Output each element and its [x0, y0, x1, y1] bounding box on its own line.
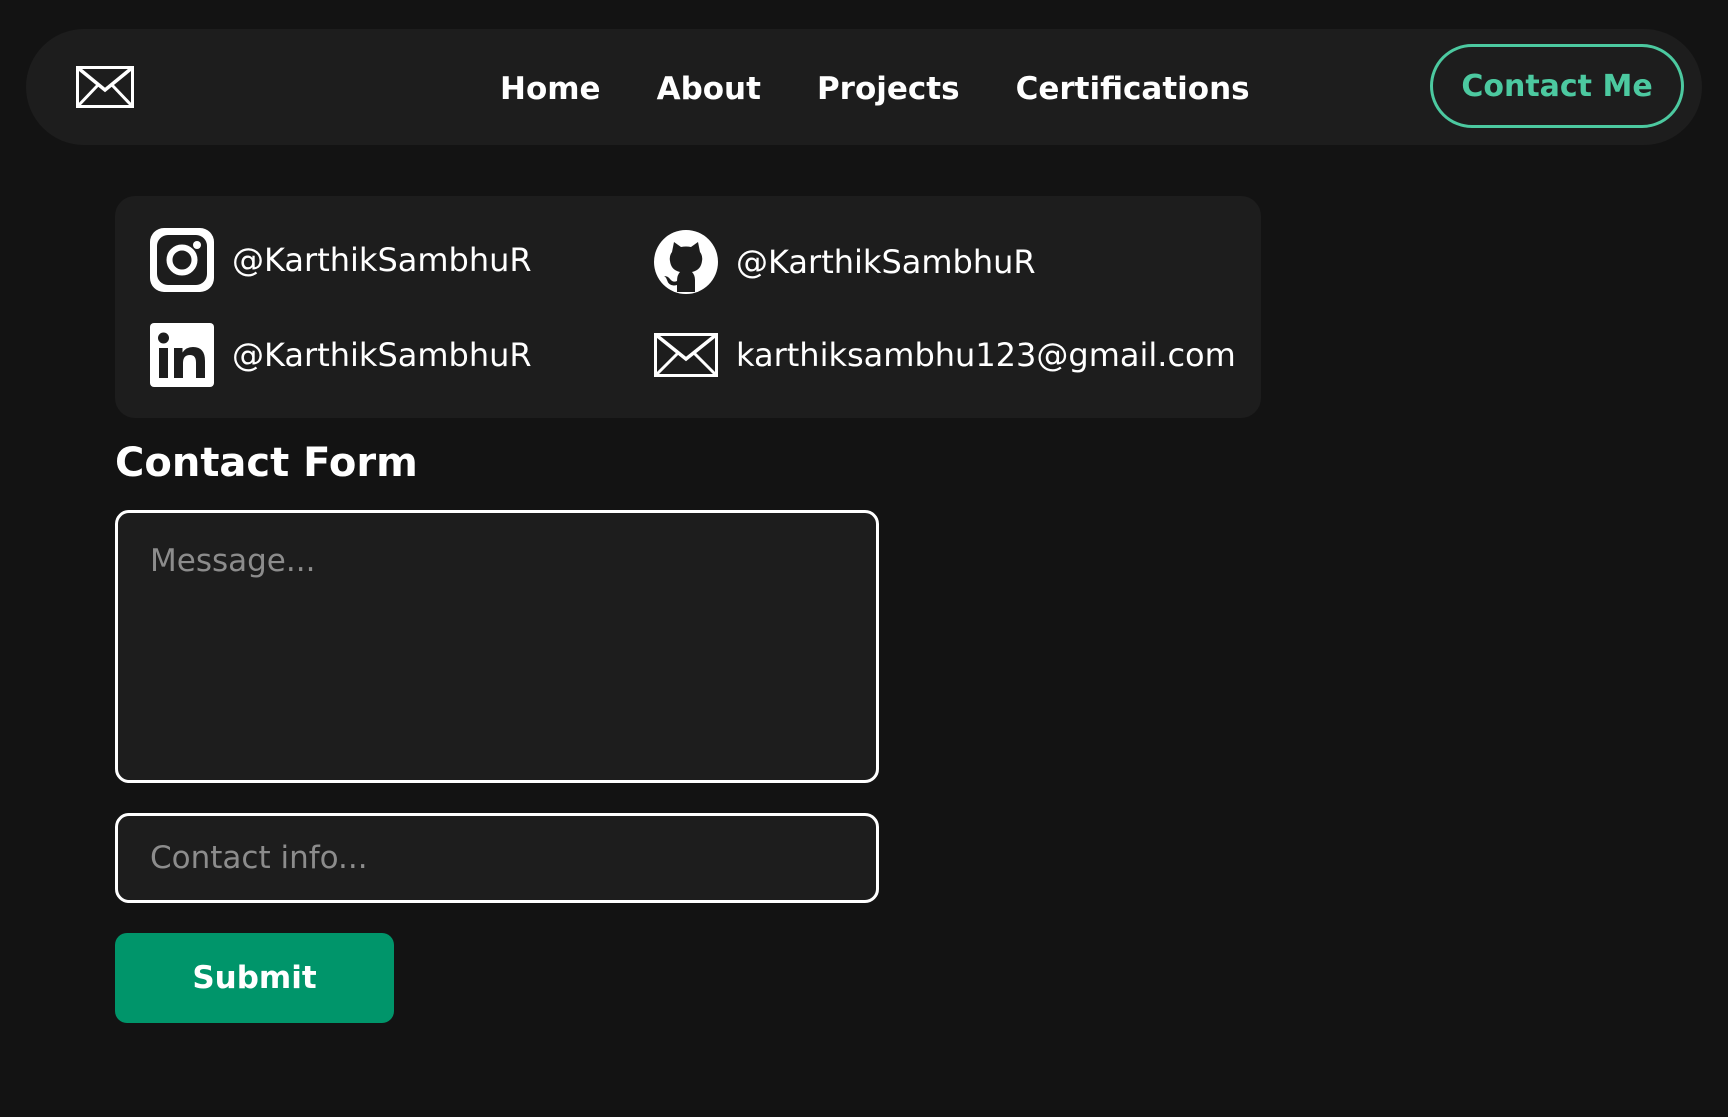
nav-home-link[interactable]: Home	[500, 71, 601, 107]
instagram-link[interactable]: @KarthikSambhuR	[150, 228, 532, 292]
social-links-card: @KarthikSambhuR @KarthikSambhuR @Karthik…	[115, 196, 1261, 418]
envelope-logo-icon[interactable]	[76, 66, 134, 108]
linkedin-icon	[150, 323, 214, 387]
email-link[interactable]: karthiksambhu123@gmail.com	[654, 323, 1236, 387]
github-icon	[654, 230, 718, 294]
nav-about-link[interactable]: About	[657, 71, 761, 107]
github-handle: @KarthikSambhuR	[736, 243, 1036, 281]
linkedin-link[interactable]: @KarthikSambhuR	[150, 323, 532, 387]
linkedin-handle: @KarthikSambhuR	[232, 336, 532, 374]
contact-info-input[interactable]	[115, 813, 879, 903]
instagram-icon	[150, 228, 214, 292]
nav-projects-link[interactable]: Projects	[817, 71, 960, 107]
email-address: karthiksambhu123@gmail.com	[736, 336, 1236, 374]
navbar: Home About Projects Certifications Conta…	[26, 29, 1702, 145]
instagram-handle: @KarthikSambhuR	[232, 241, 532, 279]
nav-certifications-link[interactable]: Certifications	[1016, 71, 1250, 107]
envelope-icon	[654, 323, 718, 387]
contact-me-button[interactable]: Contact Me	[1430, 44, 1684, 128]
submit-button[interactable]: Submit	[115, 933, 394, 1023]
github-link[interactable]: @KarthikSambhuR	[654, 230, 1036, 294]
nav-links: Home About Projects Certifications	[500, 67, 1250, 111]
message-textarea[interactable]	[115, 510, 879, 783]
contact-form-title: Contact Form	[115, 440, 418, 486]
